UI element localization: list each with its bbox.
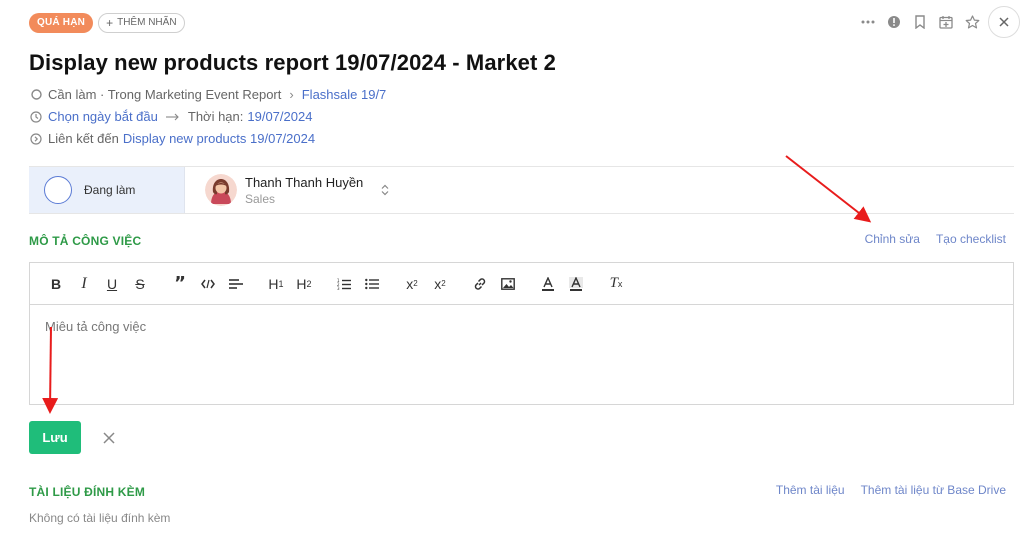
linked-task-link[interactable]: Display new products 19/07/2024: [123, 131, 315, 146]
italic-icon[interactable]: I: [70, 270, 98, 298]
svg-text:3: 3: [337, 286, 340, 290]
breadcrumb-link[interactable]: Flashsale 19/7: [302, 87, 387, 102]
chevron-right-icon: ›: [289, 87, 294, 102]
status-assignee-row: Đang làm Thanh Thanh Huyền Sales: [29, 166, 1014, 214]
chevron-updown-icon[interactable]: [381, 184, 389, 196]
underline-icon[interactable]: U: [98, 270, 126, 298]
add-tag-label: THÊM NHÃN: [117, 17, 177, 28]
avatar: [205, 174, 237, 206]
add-attachment-link[interactable]: Thêm tài liệu: [776, 483, 845, 497]
description-actions: Chỉnh sửa Tạo checklist: [865, 232, 1006, 246]
heading2-icon[interactable]: H2: [290, 270, 318, 298]
overdue-badge: QUÁ HẠN: [29, 13, 94, 33]
attachments-section-title: TÀI LIỆU ĐÍNH KÈM: [29, 485, 146, 499]
plus-icon: +: [106, 16, 114, 30]
cancel-icon[interactable]: [99, 428, 119, 448]
text-color-icon[interactable]: [534, 270, 562, 298]
task-status-breadcrumb: Cần làm · Trong Marketing Event Report ›…: [29, 87, 386, 102]
star-icon[interactable]: [960, 10, 984, 34]
attachments-actions: Thêm tài liệu Thêm tài liệu từ Base Driv…: [776, 483, 1006, 497]
status-selector[interactable]: Đang làm: [29, 167, 185, 213]
heading1-icon[interactable]: H1: [262, 270, 290, 298]
link-circle-icon: [29, 132, 43, 146]
close-icon[interactable]: [988, 6, 1020, 38]
editor-toolbar: B I U S ” H1 H2 123 x2 x2 T x: [30, 263, 1013, 305]
header-actions: [854, 6, 1020, 38]
task-link: Liên kết đến Display new products 19/07/…: [29, 131, 315, 146]
more-dots-icon[interactable]: [856, 10, 880, 34]
strikethrough-icon[interactable]: S: [126, 270, 154, 298]
save-button[interactable]: Lưu: [29, 421, 81, 454]
start-date-picker[interactable]: Chọn ngày bắt đầu: [48, 109, 158, 124]
calendar-add-icon[interactable]: [934, 10, 958, 34]
subscript-icon[interactable]: x2: [398, 270, 426, 298]
description-section-title: MÔ TẢ CÔNG VIỆC: [29, 234, 142, 248]
edit-description-link[interactable]: Chỉnh sửa: [865, 232, 920, 246]
bookmark-icon[interactable]: [908, 10, 932, 34]
highlight-icon[interactable]: [562, 270, 590, 298]
ordered-list-icon[interactable]: 123: [330, 270, 358, 298]
linked-label: Liên kết đến: [48, 131, 119, 146]
image-icon[interactable]: [494, 270, 522, 298]
description-input[interactable]: Miêu tả công việc: [30, 305, 1013, 405]
link-icon[interactable]: [466, 270, 494, 298]
description-editor: B I U S ” H1 H2 123 x2 x2 T x Miêu tả cô…: [29, 262, 1014, 405]
bullet-list-icon[interactable]: [358, 270, 386, 298]
code-icon[interactable]: [194, 270, 222, 298]
clear-format-icon[interactable]: Tx: [602, 270, 630, 298]
assignee-role: Sales: [245, 191, 276, 206]
status-circle[interactable]: [44, 176, 72, 204]
deadline-value[interactable]: 19/07/2024: [247, 109, 312, 124]
task-title[interactable]: Display new products report 19/07/2024 -…: [29, 50, 556, 76]
superscript-icon[interactable]: x2: [426, 270, 454, 298]
task-status-text: Cần làm · Trong Marketing Event Report: [48, 87, 282, 102]
task-dates: Chọn ngày bắt đầu Thời hạn: 19/07/2024: [29, 109, 312, 124]
clock-icon: [29, 110, 43, 124]
add-tag-button[interactable]: + THÊM NHÃN: [98, 13, 185, 33]
arrow-right-icon: [165, 109, 180, 124]
alert-icon[interactable]: [882, 10, 906, 34]
assignee-name: Thanh Thanh Huyền: [245, 174, 364, 190]
task-header-bar: QUÁ HẠN + THÊM NHÃN: [29, 6, 1020, 38]
deadline-label: Thời hạn:: [187, 109, 244, 124]
status-circle-icon: [29, 88, 43, 102]
align-icon[interactable]: [222, 270, 250, 298]
quote-icon[interactable]: ”: [166, 270, 194, 298]
assignee-selector[interactable]: Thanh Thanh Huyền Sales: [185, 167, 389, 213]
create-checklist-link[interactable]: Tạo checklist: [936, 232, 1006, 246]
add-from-drive-link[interactable]: Thêm tài liệu từ Base Drive: [861, 483, 1006, 497]
bold-icon[interactable]: B: [42, 270, 70, 298]
status-label: Đang làm: [84, 183, 136, 197]
no-attachments-text: Không có tài liệu đính kèm: [29, 511, 171, 525]
